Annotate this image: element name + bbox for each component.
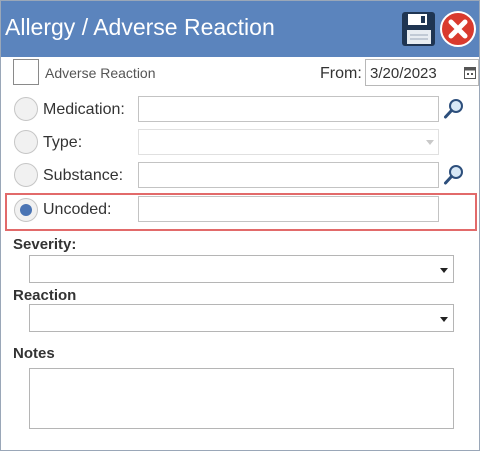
chevron-down-icon <box>440 268 448 273</box>
reaction-dropdown[interactable] <box>29 304 454 332</box>
notes-label: Notes <box>13 345 55 362</box>
dialog-title: Allergy / Adverse Reaction <box>5 14 275 40</box>
medication-radio[interactable] <box>14 97 38 121</box>
allergy-dialog: Allergy / Adverse Reaction Adverse React… <box>0 0 480 451</box>
medication-label: Medication: <box>43 101 125 118</box>
substance-label: Substance: <box>43 167 124 184</box>
chevron-down-icon <box>426 140 434 145</box>
search-icon <box>444 165 463 185</box>
calendar-icon[interactable] <box>464 66 476 79</box>
substance-search-button[interactable] <box>443 164 465 186</box>
adverse-reaction-checkbox[interactable] <box>13 59 39 85</box>
search-icon <box>444 99 463 119</box>
reaction-label: Reaction <box>13 287 77 304</box>
from-date-value: 3/20/2023 <box>370 65 437 82</box>
adverse-reaction-label: Adverse Reaction <box>45 65 156 81</box>
severity-label: Severity: <box>13 236 77 253</box>
floppy-disk-icon <box>402 12 435 46</box>
severity-dropdown[interactable] <box>29 255 454 283</box>
title-bar: Allergy / Adverse Reaction <box>1 1 479 57</box>
type-radio[interactable] <box>14 130 38 154</box>
medication-search-button[interactable] <box>443 98 465 120</box>
notes-textarea[interactable] <box>29 368 454 429</box>
save-button[interactable] <box>399 10 439 48</box>
uncoded-label: Uncoded: <box>43 201 112 218</box>
substance-radio[interactable] <box>14 163 38 187</box>
close-icon <box>440 11 476 47</box>
close-button[interactable] <box>438 9 478 49</box>
type-label: Type: <box>43 134 83 151</box>
medication-input[interactable] <box>138 96 439 122</box>
from-date-field[interactable]: 3/20/2023 <box>365 59 479 86</box>
from-label: From: <box>320 65 362 82</box>
substance-input[interactable] <box>138 162 439 188</box>
type-dropdown <box>138 129 439 155</box>
uncoded-radio[interactable] <box>14 198 38 222</box>
chevron-down-icon <box>440 317 448 322</box>
uncoded-input[interactable] <box>138 196 439 222</box>
